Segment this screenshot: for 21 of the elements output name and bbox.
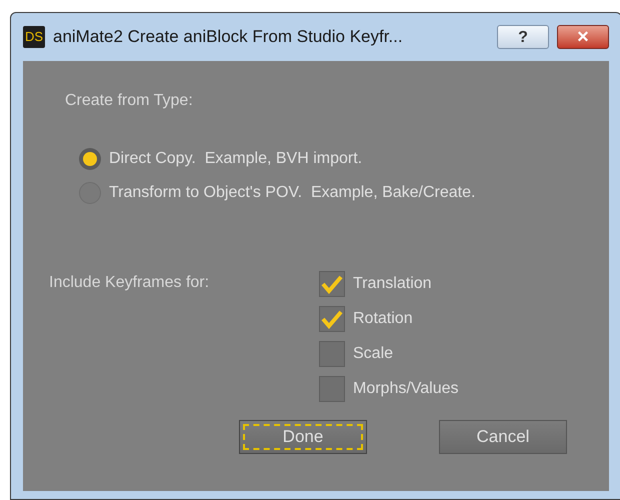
section-heading: Include Keyframes for: <box>49 273 210 293</box>
dialog-button[interactable]: Done <box>239 420 367 454</box>
radio-icon <box>79 148 101 170</box>
close-button[interactable]: × <box>557 25 609 49</box>
checkbox-label: Translation <box>353 274 432 294</box>
app-logo: DS <box>23 26 45 48</box>
checkmark-icon <box>321 309 343 329</box>
dialog-button[interactable]: Cancel <box>439 420 567 454</box>
checkbox-label: Rotation <box>353 309 413 329</box>
checkbox-label: Scale <box>353 344 394 364</box>
checkbox[interactable] <box>319 341 345 367</box>
checkbox-label: Morphs/Values <box>353 379 459 399</box>
checkbox[interactable] <box>319 271 345 297</box>
radio-option[interactable]: Transform to Object's POV. Example, Bake/Create. <box>79 181 567 205</box>
checkmark-icon <box>321 274 343 294</box>
checkbox[interactable] <box>319 306 345 332</box>
help-button[interactable]: ? <box>497 25 549 49</box>
radio-option[interactable]: Direct Copy. Example, BVH import. <box>79 147 567 171</box>
window-title: aniMate2 Create aniBlock From Studio Keyfr... <box>53 26 403 48</box>
section-heading: Create from Type: <box>65 91 194 111</box>
checkbox[interactable] <box>319 376 345 402</box>
